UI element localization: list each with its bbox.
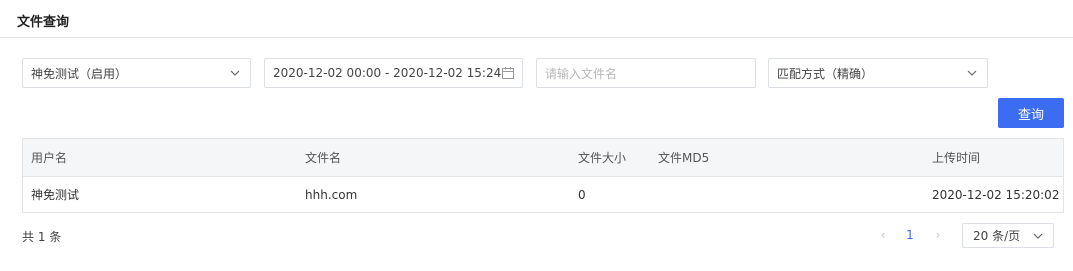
chevron-down-icon	[1031, 229, 1045, 243]
date-range-value: 2020-12-02 00:00 - 2020-12-02 15:24	[273, 66, 502, 80]
total-count: 共 1 条	[22, 230, 62, 244]
date-range-picker[interactable]: 2020-12-02 00:00 - 2020-12-02 15:24	[264, 58, 523, 88]
cell-username: 神免测试	[31, 188, 80, 202]
title-divider	[0, 37, 1073, 38]
chevron-down-icon	[965, 66, 979, 80]
next-page-button[interactable]: ›	[928, 222, 948, 248]
page-size-select[interactable]: 20 条/页	[962, 223, 1054, 248]
user-select[interactable]: 神免测试（启用）	[22, 58, 251, 88]
column-header-filename: 文件名	[305, 151, 342, 165]
cell-filesize: 0	[578, 187, 586, 202]
file-table: 用户名 文件名 文件大小 文件MD5 上传时间 神免测试 hhh.com 0 2…	[22, 138, 1064, 213]
page-size-value: 20 条/页	[973, 229, 1021, 243]
filename-input[interactable]: 请输入文件名	[536, 58, 756, 88]
column-header-md5: 文件MD5	[658, 151, 710, 165]
page-title: 文件查询	[17, 15, 70, 30]
cell-filename: hhh.com	[305, 187, 358, 202]
match-mode-value: 匹配方式（精确）	[777, 66, 874, 81]
query-button[interactable]: 查询	[998, 98, 1064, 128]
user-select-value: 神免测试（启用）	[31, 66, 128, 81]
chevron-down-icon	[228, 66, 242, 80]
calendar-icon	[502, 67, 514, 79]
page-number-1[interactable]: 1	[900, 222, 920, 248]
column-header-filesize: 文件大小	[578, 151, 627, 165]
prev-page-button[interactable]: ‹	[873, 222, 893, 248]
match-mode-select[interactable]: 匹配方式（精确）	[768, 58, 988, 88]
table-header: 用户名 文件名 文件大小 文件MD5 上传时间	[23, 139, 1063, 177]
cell-upload-time: 2020-12-02 15:20:02	[932, 187, 1060, 202]
column-header-upload-time: 上传时间	[932, 151, 981, 165]
filename-input-placeholder: 请输入文件名	[545, 66, 618, 81]
table-row: 神免测试 hhh.com 0 2020-12-02 15:20:02	[23, 177, 1063, 212]
column-header-username: 用户名	[31, 151, 68, 165]
